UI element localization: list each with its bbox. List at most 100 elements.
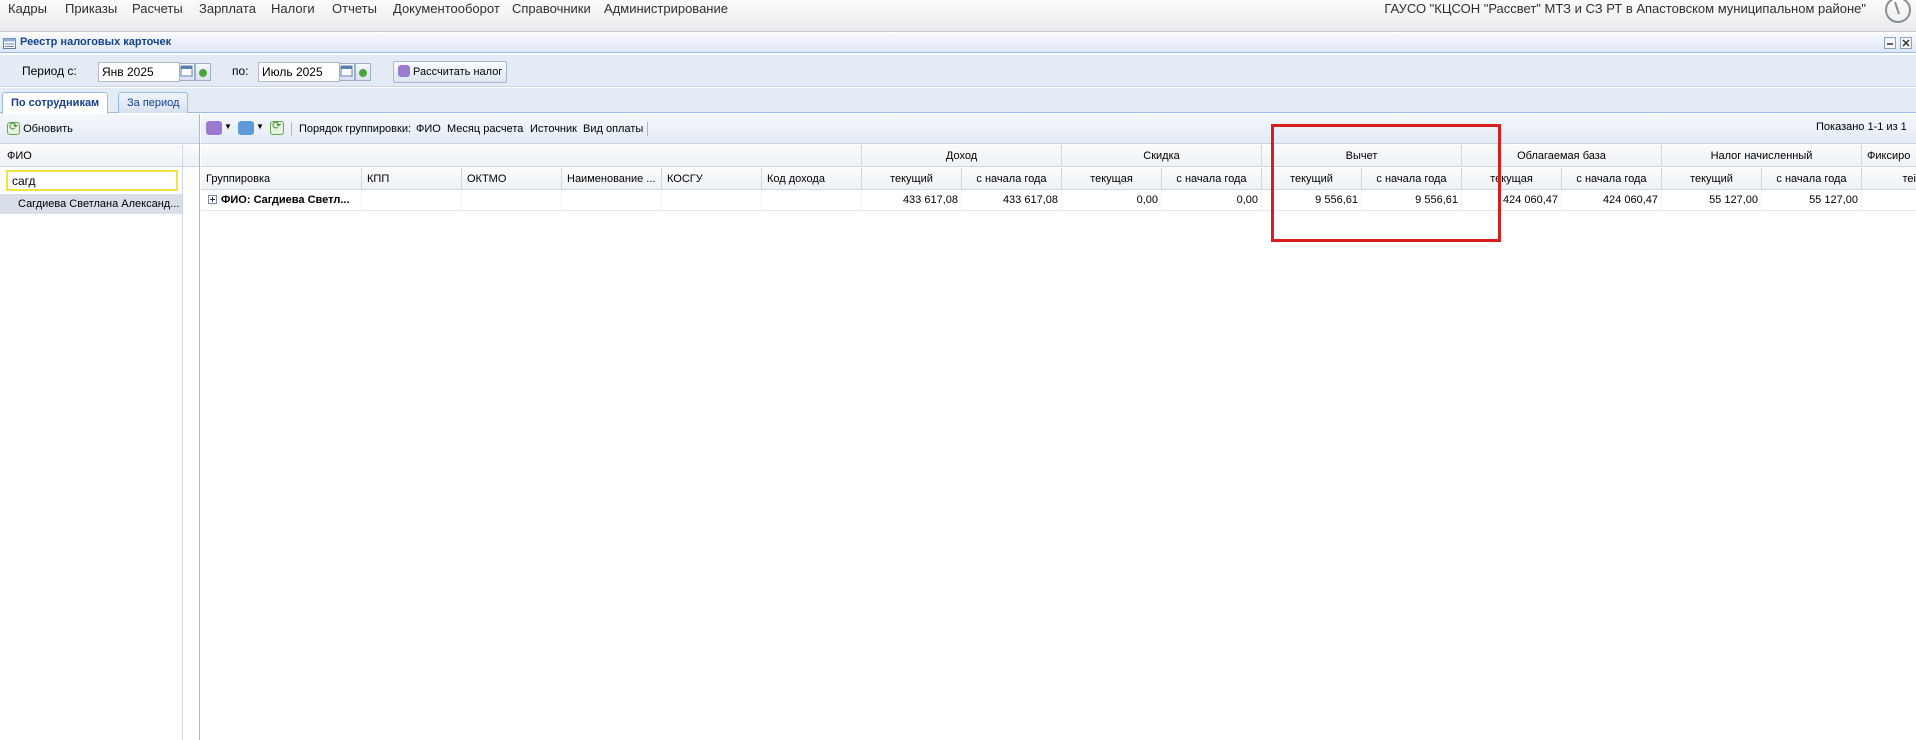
menu-item-zarplata[interactable]: Зарплата — [199, 0, 256, 17]
chevron-down-icon: ▼ — [256, 122, 264, 131]
period-toolbar: Период с: Янв 2025 по: Июль 2025 Рассчит… — [0, 55, 1916, 87]
period-to-label: по: — [232, 64, 249, 78]
menu-item-spravochniki[interactable]: Справочники — [512, 0, 591, 17]
tax-ytd-cell: 55 127,00 — [1762, 191, 1862, 211]
column-kosgu[interactable]: КОСГУ — [662, 168, 762, 190]
calendar-icon — [340, 65, 353, 77]
menu-item-nalogi[interactable]: Налоги — [271, 0, 315, 17]
close-button[interactable] — [1900, 37, 1912, 49]
window-title: Реестр налоговых карточек — [20, 36, 172, 48]
calculator-icon — [398, 65, 410, 77]
period-from-label: Период с: — [22, 64, 77, 78]
grid-toolbar: ▼ ▼ ⟳ Порядок группировки: ФИО Месяц рас… — [201, 114, 1916, 144]
add-menu-button[interactable] — [206, 121, 222, 135]
group-header-fixed: Фиксиро — [1867, 150, 1911, 162]
period-to-apply-button[interactable] — [355, 63, 371, 81]
tax-current-cell: 55 127,00 — [1662, 191, 1762, 211]
column-grouping[interactable]: Группировка — [201, 168, 362, 190]
employee-search-input[interactable]: сагд — [6, 170, 178, 191]
menu-item-prikazy[interactable]: Приказы — [65, 0, 117, 17]
menu-item-kadry[interactable]: Кадры — [8, 0, 47, 17]
income-current-cell: 433 617,08 — [862, 191, 962, 211]
grid-refresh-button[interactable]: ⟳ — [270, 120, 284, 135]
column-income-current[interactable]: текущий — [862, 168, 962, 190]
group-cell-text: ФИО: Сагдиева Светл... — [221, 194, 350, 206]
period-from-field[interactable]: Янв 2025 — [98, 62, 180, 82]
period-from-apply-button[interactable] — [195, 63, 211, 81]
discount-current-cell: 0,00 — [1062, 191, 1162, 211]
refresh-icon: ⟳ — [272, 120, 282, 132]
arrow-green-icon — [199, 69, 207, 77]
grouping-item-month[interactable]: Месяц расчета — [447, 123, 523, 135]
group-cell[interactable]: ФИО: Сагдиева Светл... — [201, 191, 362, 211]
organization-name: ГАУСО "КЦСОН "Рассвет" МТЗ и СЗ РТ в Апа… — [1384, 1, 1866, 16]
base-ytd-cell: 424 060,47 — [1562, 191, 1662, 211]
minimize-icon — [1887, 43, 1893, 45]
group-header-tax-accrued: Налог начисленный — [1662, 145, 1862, 167]
menu-item-otchety[interactable]: Отчеты — [332, 0, 377, 17]
column-kpp[interactable]: КПП — [362, 168, 462, 190]
table-row[interactable]: ФИО: Сагдиева Светл... 433 617,08 433 61… — [201, 191, 1916, 211]
group-header-income: Доход — [862, 145, 1062, 167]
employee-panel-toolbar: Обновить — [0, 114, 199, 144]
income-ytd-cell: 433 617,08 — [962, 191, 1062, 211]
column-tax-current[interactable]: текущий — [1662, 168, 1762, 190]
minimize-button[interactable] — [1884, 37, 1896, 49]
expand-icon[interactable] — [208, 195, 217, 204]
income-code-cell — [762, 191, 862, 211]
kosgu-cell — [662, 191, 762, 211]
column-income-code[interactable]: Код дохода — [762, 168, 862, 190]
refresh-label: Обновить — [23, 123, 73, 135]
grid-group-header: Доход Скидка Вычет Облагаемая база Налог… — [201, 145, 1916, 167]
menu-item-administrirovanie[interactable]: Администрирование — [604, 0, 728, 17]
highlight-box — [1271, 124, 1501, 242]
grouping-item-payment-type[interactable]: Вид оплаты — [583, 123, 643, 135]
grid-column-header: Группировка КПП ОКТМО Наименование ... К… — [201, 168, 1916, 190]
discount-ytd-cell: 0,00 — [1162, 191, 1262, 211]
column-tax-ytd[interactable]: с начала года — [1762, 168, 1862, 190]
main-menu-bar: Кадры Приказы Расчеты Зарплата Налоги От… — [0, 0, 1916, 32]
employee-panel: Обновить ФИО сагд Сагдиева Светлана Алек… — [0, 114, 200, 740]
arrow-green-icon — [359, 69, 367, 77]
calendar-icon — [180, 65, 193, 77]
grouping-order-label: Порядок группировки: — [299, 123, 412, 135]
calculate-tax-button[interactable]: Рассчитать налог — [393, 61, 508, 83]
table-icon — [3, 38, 16, 49]
tax-cards-grid: ▼ ▼ ⟳ Порядок группировки: ФИО Месяц рас… — [201, 114, 1916, 740]
calculate-tax-label: Рассчитать налог — [413, 66, 503, 78]
menu-item-raschety[interactable]: Расчеты — [132, 0, 183, 17]
period-to-field[interactable]: Июль 2025 — [258, 62, 340, 82]
column-discount-ytd[interactable]: с начала года — [1162, 168, 1262, 190]
oktmo-cell — [462, 191, 562, 211]
column-fixed-current[interactable]: теі — [1862, 168, 1916, 190]
period-to-calendar-button[interactable] — [339, 63, 355, 81]
name-cell — [562, 191, 662, 211]
toolbar-separator — [291, 122, 292, 136]
employee-column-header[interactable]: ФИО — [0, 145, 199, 167]
group-header-discount: Скидка — [1062, 145, 1262, 167]
close-icon — [1902, 39, 1910, 47]
chevron-down-icon: ▼ — [224, 122, 232, 131]
tab-bar: По сотрудникам За период — [0, 88, 1916, 114]
grouping-item-source[interactable]: Источник — [530, 123, 577, 135]
period-from-calendar-button[interactable] — [179, 63, 195, 81]
window-title-bar: Реестр налоговых карточек — [0, 34, 1916, 53]
refresh-icon — [7, 120, 20, 135]
menu-item-dokumentooborot[interactable]: Документооборот — [393, 0, 500, 17]
column-oktmo[interactable]: ОКТМО — [462, 168, 562, 190]
column-name[interactable]: Наименование ... — [562, 168, 662, 190]
tab-by-employees[interactable]: По сотрудникам — [2, 92, 109, 114]
toolbar-separator — [647, 122, 648, 136]
column-base-ytd[interactable]: с начала года — [1562, 168, 1662, 190]
panel-divider — [182, 145, 183, 740]
refresh-button[interactable]: Обновить — [7, 120, 73, 135]
column-discount-current[interactable]: текущая — [1062, 168, 1162, 190]
grouping-item-fio[interactable]: ФИО — [416, 123, 441, 135]
empty-group-header — [201, 145, 862, 167]
print-menu-button[interactable] — [238, 121, 254, 135]
tab-for-period[interactable]: За период — [118, 92, 189, 113]
column-income-ytd[interactable]: с начала года — [962, 168, 1062, 190]
app-logo-icon — [1885, 0, 1911, 23]
employee-list-item[interactable]: Сагдиева Светлана Александ... — [0, 194, 182, 214]
kpp-cell — [362, 191, 462, 211]
